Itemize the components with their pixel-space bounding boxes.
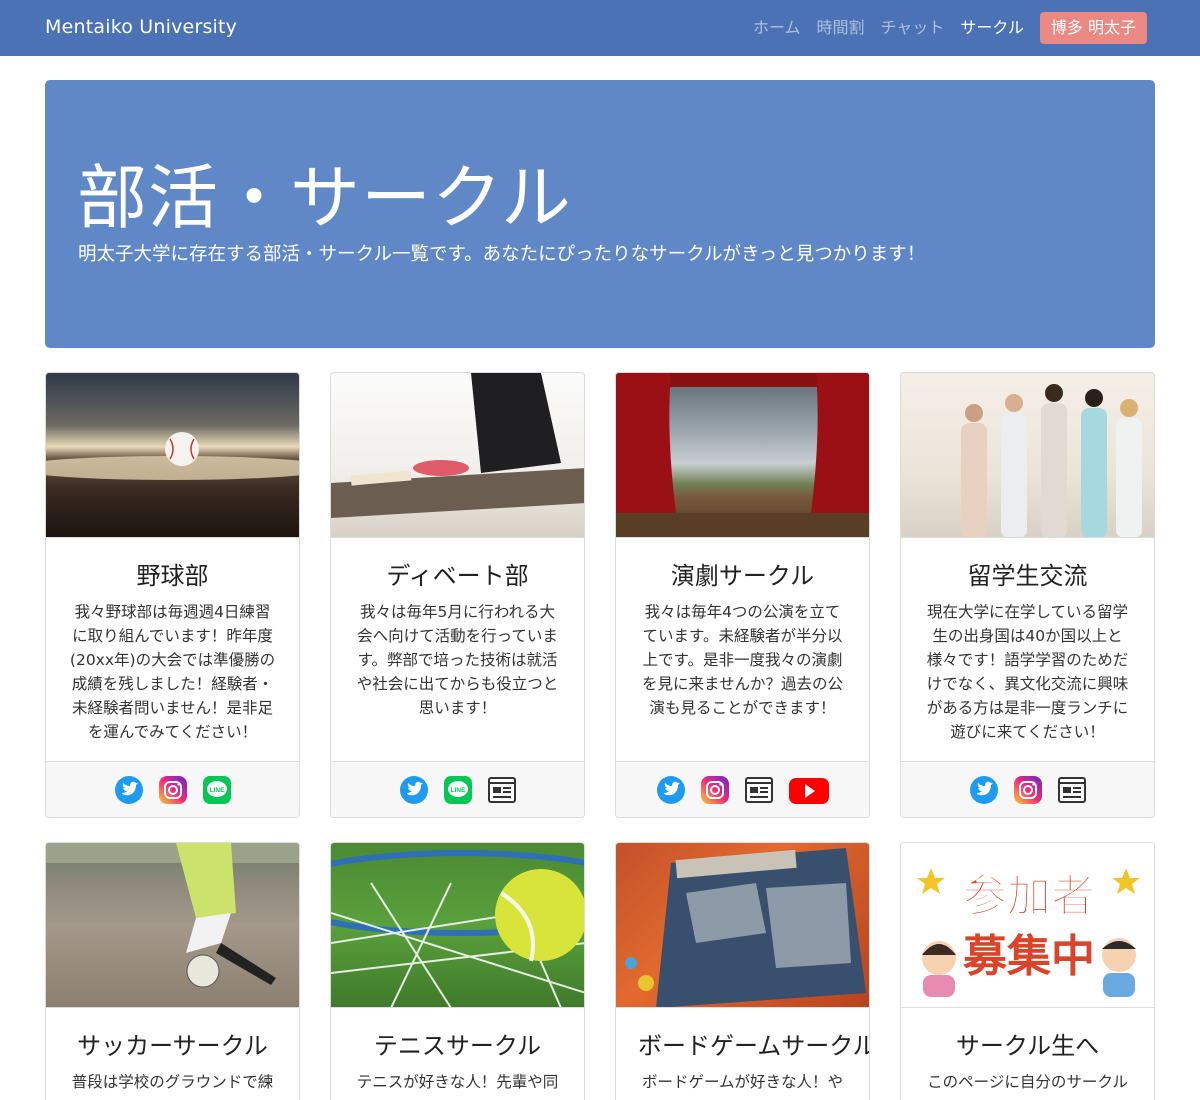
page-lead: 明太子大学に存在する部活・サークル一覧です。あなたにぴったりなサークルがきっと見… — [78, 244, 926, 265]
card-text: ボードゲームが好きな人！や — [641, 1073, 844, 1091]
twitter-icon[interactable] — [656, 775, 686, 805]
card-title: サッカーサークル — [77, 1032, 268, 1060]
card-title: 留学生交流 — [967, 562, 1088, 590]
card-footer: LINE — [46, 761, 299, 817]
circle-card-baseball: 野球部 我々野球部は毎週週4日練習に取り組んでいます！昨年度(20xx年)の大会… — [45, 372, 300, 818]
circle-card-tennis: テニスサークル テニスが好きな人！先輩や同 — [330, 842, 585, 1100]
nav-link-timetable[interactable]: 時間割 — [817, 11, 865, 45]
svg-text:LINE: LINE — [450, 787, 465, 794]
card-text: 我々野球部は毎週週4日練習に取り組んでいます！昨年度(20xx年)の大会では準優… — [69, 603, 276, 741]
youtube-icon[interactable] — [788, 775, 830, 805]
soccer-photo — [46, 843, 299, 988]
page-title: 部活・サークル — [77, 157, 572, 239]
brand-link[interactable]: Mentaiko University — [45, 16, 237, 38]
drama-photo — [616, 373, 869, 537]
circle-card-soccer: サッカーサークル 普段は学校のグラウンドで練 — [45, 842, 300, 1100]
card-footer — [901, 761, 1154, 817]
card-text: 現在大学に在学している留学生の出身国は40か国以上と様々です！語学学習のためだけ… — [926, 603, 1129, 741]
card-text: テニスが好きな人！先輩や同 — [356, 1073, 559, 1091]
line-icon[interactable]: LINE — [443, 775, 473, 805]
recruit-line2: 募集中 — [962, 931, 1095, 982]
card-title: ボードゲームサークル — [638, 1032, 870, 1060]
card-image-tennis — [331, 843, 584, 1008]
jumbotron: 部活・サークル 明太子大学に存在する部活・サークル一覧です。あなたにぴったりなサ… — [45, 80, 1155, 348]
twitter-icon[interactable] — [969, 775, 999, 805]
card-text: 普段は学校のグラウンドで練 — [71, 1073, 274, 1091]
twitter-icon[interactable] — [399, 775, 429, 805]
svg-text:LINE: LINE — [209, 787, 224, 794]
recruit-illustration: 参加者 募集中 — [917, 868, 1140, 997]
card-text: 我々は毎年5月に行われる大会へ向けて活動を行っています。弊部で培った技術は就活や… — [356, 603, 559, 717]
card-title: 野球部 — [136, 562, 209, 590]
circle-card-drama: 演劇サークル 我々は毎年4つの公演を立てています。未経験者が半分以上です。是非一… — [615, 372, 870, 818]
card-image-debate — [331, 373, 584, 538]
website-icon[interactable] — [487, 775, 517, 805]
baseball-photo — [46, 432, 299, 480]
card-title: ディベート部 — [386, 562, 529, 590]
navbar: Mentaiko University ホーム 時間割 チャット サークル 博多… — [0, 0, 1200, 56]
exchange-photo — [961, 384, 1142, 537]
recruit-line1: 参加者 — [963, 871, 1095, 922]
website-icon[interactable] — [1057, 775, 1087, 805]
instagram-icon[interactable] — [700, 775, 730, 805]
nav-link-home[interactable]: ホーム — [753, 11, 801, 45]
card-image-soccer — [46, 843, 299, 1008]
circle-card-boardgame: ボードゲームサークル ボードゲームが好きな人！や — [615, 842, 870, 1100]
card-text: このページに自分のサークル — [927, 1073, 1128, 1091]
card-footer — [616, 761, 869, 817]
nav-links: ホーム 時間割 チャット サークル 博多 明太子 — [753, 11, 1147, 45]
website-icon[interactable] — [744, 775, 774, 805]
nav-link-chat[interactable]: チャット — [881, 11, 945, 45]
circle-card-debate: ディベート部 我々は毎年5月に行われる大会へ向けて活動を行っています。弊部で培っ… — [330, 372, 585, 818]
debate-photo — [331, 373, 584, 518]
instagram-icon[interactable] — [1013, 775, 1043, 805]
instagram-icon[interactable] — [158, 775, 188, 805]
card-title: 演劇サークル — [670, 562, 815, 590]
card-image-boardgame — [616, 843, 869, 1008]
card-image-recruit: 参加者 募集中 — [901, 843, 1154, 1008]
card-footer: LINE — [331, 761, 584, 817]
line-icon[interactable]: LINE — [202, 775, 232, 805]
circle-card-recruit: 参加者 募集中 サークル生へ このページに自分のサークル — [900, 842, 1155, 1100]
circle-card-exchange: 留学生交流 現在大学に在学している留学生の出身国は40か国以上と様々です！語学学… — [900, 372, 1155, 818]
card-title: テニスサークル — [373, 1032, 542, 1060]
card-title: サークル生へ — [955, 1032, 1100, 1060]
tennis-photo — [331, 850, 584, 1007]
boardgame-photo — [625, 848, 866, 1007]
twitter-icon[interactable] — [114, 775, 144, 805]
card-image-exchange — [901, 373, 1154, 538]
card-text: 我々は毎年4つの公演を立てています。未経験者が半分以上です。是非一度我々の演劇を… — [641, 603, 844, 717]
card-image-baseball — [46, 373, 299, 538]
nav-link-circle[interactable]: サークル — [960, 11, 1024, 45]
card-image-drama — [616, 373, 869, 538]
user-menu-button[interactable]: 博多 明太子 — [1039, 12, 1147, 44]
